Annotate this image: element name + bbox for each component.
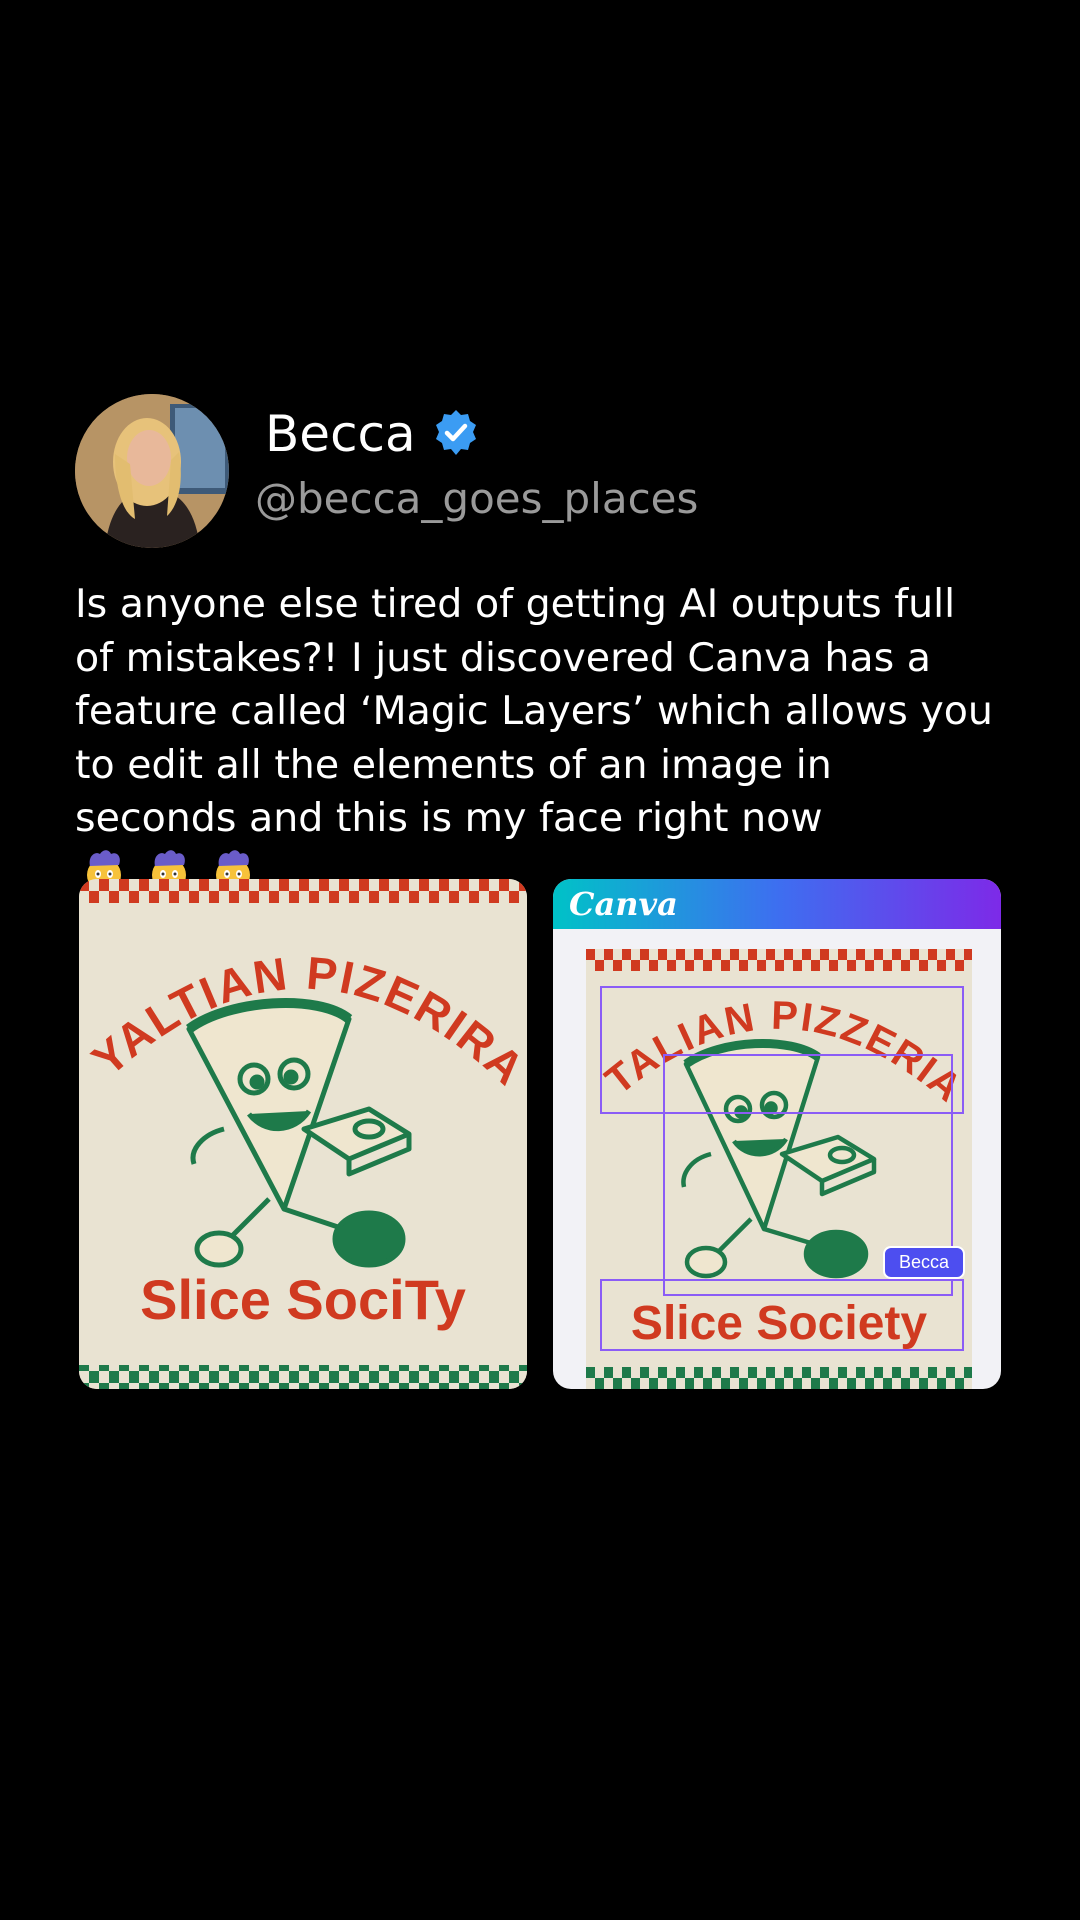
- avatar[interactable]: [75, 394, 229, 548]
- pizza-poster-graphic: IYALTIAN PIZERIRA Slice SociTy: [79, 879, 527, 1389]
- red-checker-border: [586, 949, 972, 971]
- canva-editor-image[interactable]: Canva TALIAN PIZZERIA Slice Society Becc…: [553, 879, 1001, 1389]
- post-text: Is anyone else tired of getting AI outpu…: [75, 581, 993, 841]
- canva-header-bar: Canva: [553, 879, 1001, 929]
- green-checker-border: [586, 1367, 972, 1389]
- verified-badge-icon: [436, 410, 476, 455]
- green-checker-border: [79, 1365, 527, 1389]
- pizza-mascot-illustration: [186, 997, 412, 1268]
- author-name[interactable]: Becca: [265, 404, 416, 464]
- red-checker-border: [79, 879, 527, 903]
- bottom-brand-text: Slice SociTy: [140, 1268, 466, 1331]
- canva-logo: Canva: [569, 885, 678, 923]
- ai-output-image[interactable]: IYALTIAN PIZERIRA Slice SociTy: [79, 879, 527, 1389]
- layer-selection-brand-text[interactable]: [600, 1279, 964, 1351]
- collaborator-tag: Becca: [883, 1246, 966, 1279]
- author-handle[interactable]: @becca_goes_places: [255, 474, 698, 524]
- post-text-block: Is anyone else tired of getting AI outpu…: [75, 578, 1005, 901]
